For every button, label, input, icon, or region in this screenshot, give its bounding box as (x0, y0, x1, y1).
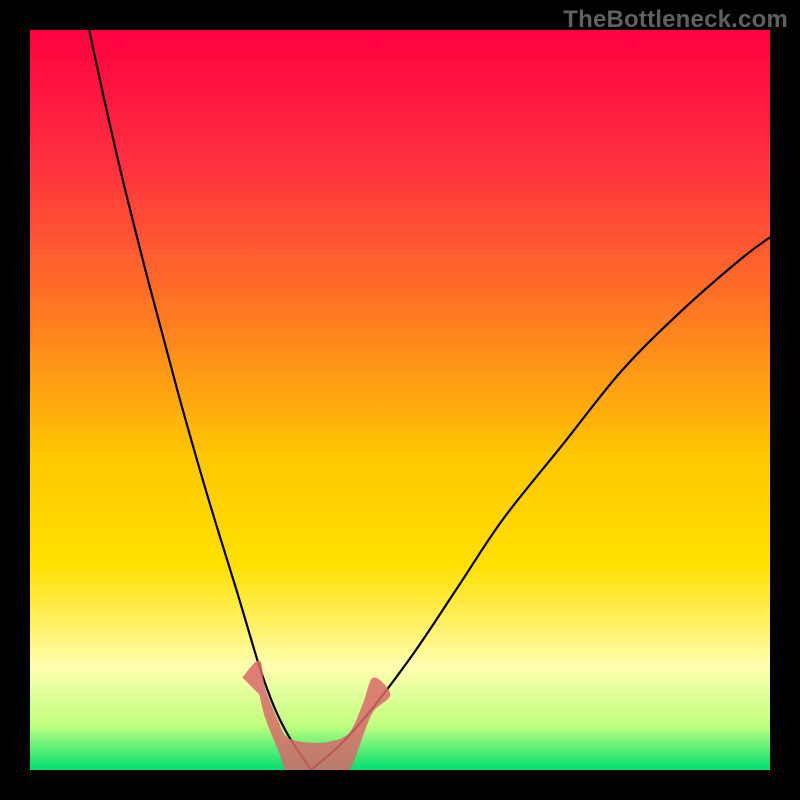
bottleneck-chart (0, 0, 800, 800)
gradient-background (30, 30, 770, 770)
watermark-text: TheBottleneck.com (563, 6, 788, 34)
chart-container: TheBottleneck.com (0, 0, 800, 800)
